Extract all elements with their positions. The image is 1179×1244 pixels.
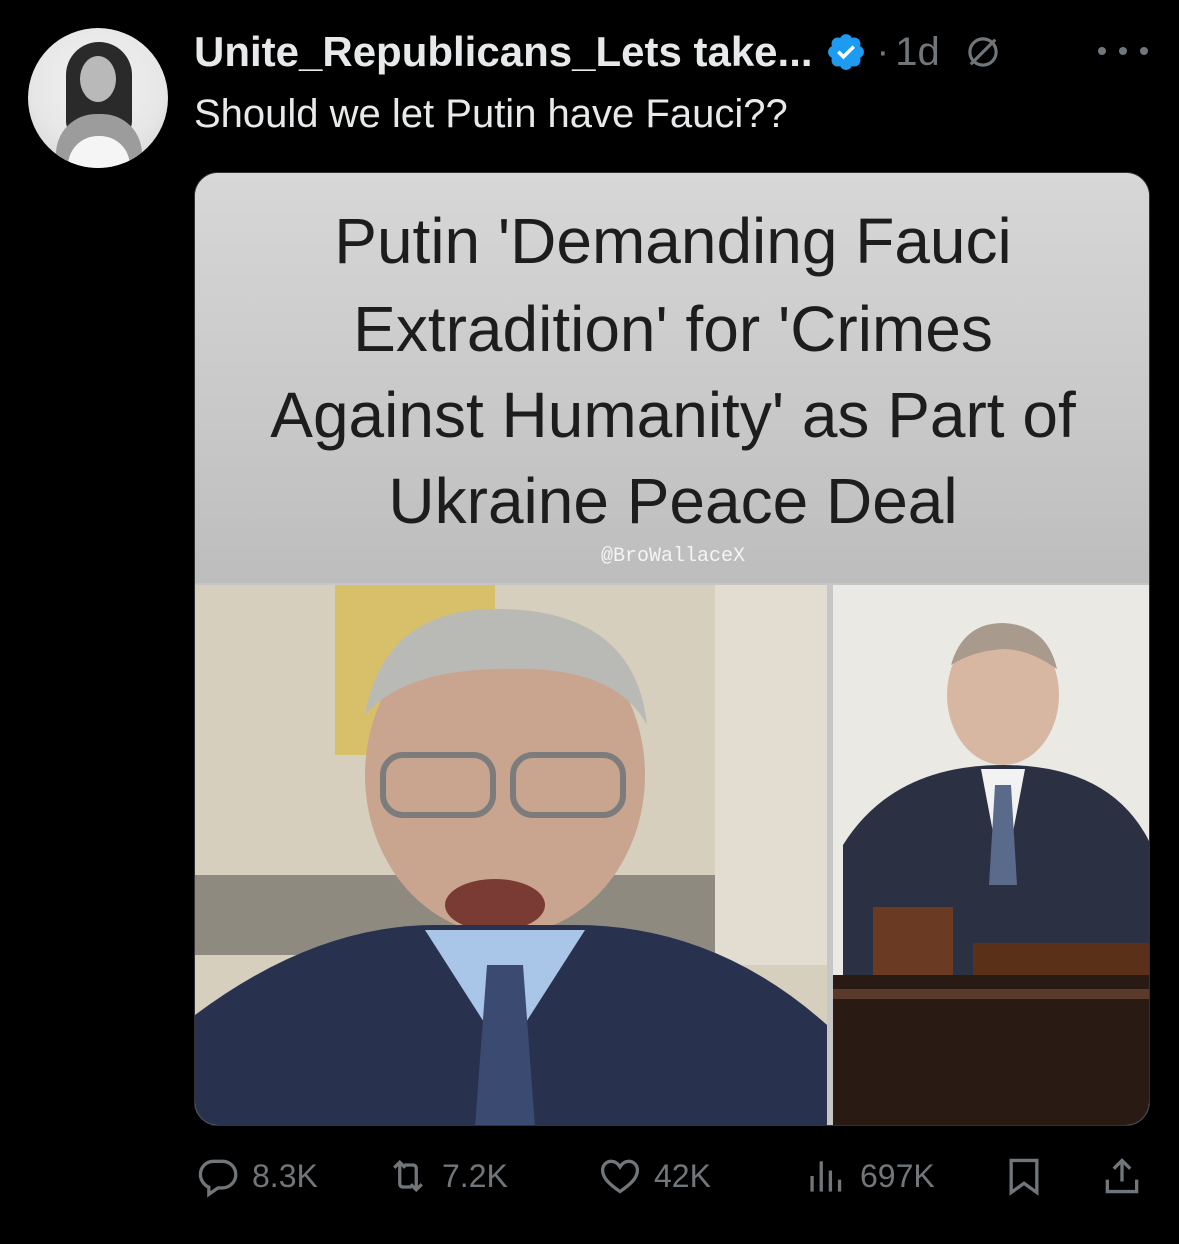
like-count: 42K (654, 1157, 711, 1194)
image-headline-line: Ukraine Peace Deal (388, 465, 958, 537)
bookmark-button[interactable] (1002, 1150, 1046, 1202)
share-icon (1105, 1158, 1139, 1194)
view-count: 697K (860, 1157, 935, 1194)
image-headline-line: Against Humanity' as Part of (270, 379, 1076, 451)
image-headline-line: Extradition' for 'Crimes (353, 293, 993, 365)
views-button[interactable]: 697K (804, 1150, 935, 1202)
timestamp[interactable]: 1d (895, 30, 940, 75)
reply-button[interactable]: 8.3K (196, 1150, 318, 1202)
reply-count: 8.3K (252, 1157, 318, 1194)
bookmark-icon (1009, 1158, 1039, 1196)
verified-badge-icon[interactable] (825, 31, 867, 73)
like-icon (600, 1159, 640, 1194)
image-credit: @BroWallaceX (600, 545, 746, 568)
photo-fauci (195, 585, 827, 1125)
action-bar: 8.3K 7.2K 42K 697K (194, 1150, 1150, 1202)
reply-icon (198, 1159, 238, 1198)
photo-putin (833, 585, 1149, 1125)
retweet-button[interactable]: 7.2K (386, 1150, 508, 1202)
tweet-text: Should we let Putin have Fauci?? (194, 92, 788, 136)
tweet-header: Unite_Republicans_Lets take... · 1d (194, 26, 1004, 78)
tweet-image[interactable]: Putin 'Demanding Fauci Extradition' for … (194, 172, 1150, 1126)
image-headline-area: Putin 'Demanding Fauci Extradition' for … (195, 173, 1149, 583)
share-button[interactable] (1100, 1150, 1144, 1202)
image-headline-line: Putin 'Demanding Fauci (334, 205, 1012, 277)
retweet-count: 7.2K (442, 1157, 508, 1194)
tweet[interactable]: Unite_Republicans_Lets take... · 1d Shou… (0, 0, 1179, 1244)
display-name[interactable]: Unite_Republicans_Lets take... (194, 28, 813, 76)
more-options-icon[interactable] (1098, 36, 1148, 66)
retweet-icon (393, 1159, 423, 1193)
like-button[interactable]: 42K (598, 1150, 711, 1202)
avatar[interactable] (28, 28, 168, 168)
separator-dot: · (876, 30, 890, 73)
no-entry-icon (968, 37, 998, 67)
views-icon (810, 1161, 842, 1192)
